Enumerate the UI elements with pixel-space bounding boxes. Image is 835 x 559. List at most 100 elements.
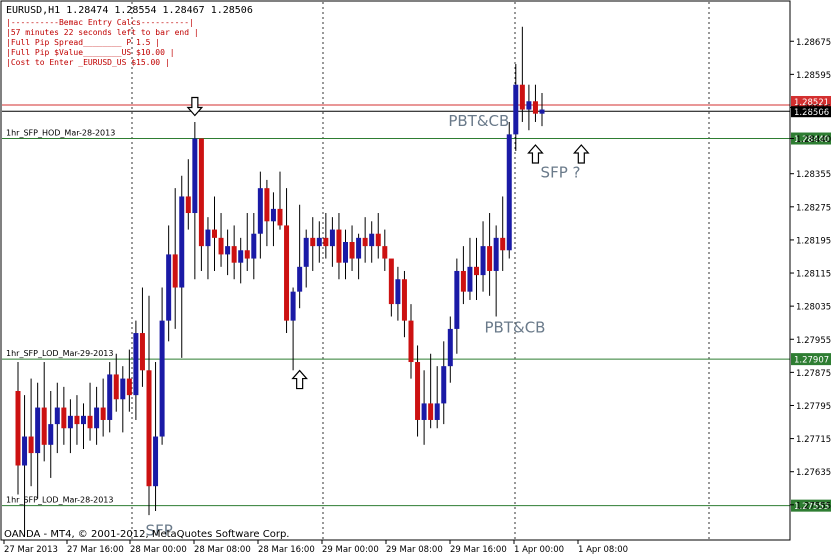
x-tick-label: 28 Mar 00:00 [130, 545, 187, 555]
candle-body [310, 237, 316, 247]
y-tick-label: 1.27795 [796, 402, 831, 412]
candle-body [139, 333, 145, 371]
candle-body [126, 378, 132, 396]
candle-body [179, 196, 185, 288]
level-name: 1hr_SFP_LOD_Mar-29-2013 [6, 349, 113, 358]
y-tick-label: 1.28440 [796, 135, 831, 145]
candle-body [428, 403, 434, 420]
candle-body [61, 407, 67, 429]
candle-body [54, 407, 60, 425]
candle-body [270, 208, 276, 222]
candle-body [87, 415, 93, 429]
candle-body [284, 225, 290, 321]
candle-body [218, 237, 224, 255]
y-tick-label: 1.28195 [796, 236, 831, 246]
candle-body [257, 188, 263, 234]
candle-body [362, 237, 368, 247]
candle-body [487, 246, 493, 271]
candle-body [395, 279, 401, 305]
candle-body [356, 237, 362, 259]
candle-body [15, 390, 21, 466]
candle-body [35, 407, 41, 454]
candle-body [539, 109, 545, 114]
candle-body [81, 415, 86, 425]
annotation-label: PBT&CB [485, 318, 546, 336]
candle-body [408, 320, 414, 363]
price-chart[interactable]: 1hr_SFP_HOD_Mar-28-2013 1.28440 1hr_SFP_LO… [0, 0, 835, 559]
candle-body [421, 403, 427, 420]
chart-window: 1hr_SFP_HOD_Mar-28-2013 1.28440 1hr_SFP_LO… [0, 0, 835, 559]
candle-body [493, 237, 499, 271]
candle-body [28, 436, 34, 454]
candle-body [467, 266, 473, 292]
y-tick-label: 1.27955 [796, 336, 831, 346]
candle-body [277, 208, 283, 226]
candle-body [264, 188, 270, 222]
candle-body [159, 320, 165, 437]
calc-line: |57 minutes 22 seconds left to bar end | [6, 28, 199, 37]
y-tick-label: 1.28035 [796, 303, 831, 313]
y-tick-label: 1.28355 [796, 170, 831, 180]
y-tick-label: 1.28515 [796, 104, 831, 114]
candle-body [251, 233, 257, 259]
y-tick-label: 1.27715 [796, 435, 831, 445]
x-tick-label: 29 Mar 08:00 [386, 545, 443, 555]
candle-body [153, 436, 159, 487]
candle-body [343, 241, 348, 263]
candle-body [198, 138, 204, 247]
level-name: 1hr_SFP_HOD_Mar-28-2013 [6, 129, 115, 138]
candle-body [133, 333, 139, 396]
y-tick-label: 1.28595 [796, 71, 831, 81]
candle-body [120, 378, 126, 400]
candle-body [41, 407, 47, 445]
x-tick-label: 1 Apr 08:00 [578, 545, 628, 555]
candle-body [532, 101, 538, 114]
candle-body [415, 362, 421, 420]
y-tick-label: 1.28115 [796, 270, 831, 280]
x-tick-label: 29 Mar 16:00 [450, 545, 507, 555]
candle-body [513, 84, 519, 135]
candle-body [166, 254, 172, 321]
candle-body [369, 233, 375, 247]
calc-line: |----------Bemac Entry Calcs----------| [6, 18, 194, 27]
candle-body [244, 250, 250, 259]
candle-body [500, 237, 506, 251]
x-tick-label: 28 Mar 16:00 [258, 545, 315, 555]
y-tick-label: 1.27635 [796, 468, 831, 478]
x-tick-label: 27 Mar 16:00 [67, 545, 124, 555]
candle-body [441, 366, 447, 404]
candle-body [172, 254, 178, 288]
candle-body [94, 407, 100, 429]
candle-body [107, 374, 113, 420]
y-tick-label: 1.28675 [796, 38, 831, 48]
candle-body [506, 134, 512, 251]
candle-body [225, 246, 231, 255]
annotation-label: SFP ? [541, 164, 581, 182]
candle-body [526, 101, 532, 110]
x-tick-label: 1 Apr 00:00 [514, 545, 564, 555]
y-tick-label: 1.28275 [796, 203, 831, 213]
level-price-label: 1.27907 [794, 356, 829, 366]
calc-line: |Cost to Enter _EURUSD_US $15.00 | [6, 58, 170, 67]
candle-body [474, 266, 479, 276]
candle-body [113, 374, 119, 400]
y-tick-label: 1.27555 [796, 501, 831, 511]
candle-body [336, 229, 342, 263]
candle-body [316, 237, 322, 247]
y-tick-label: 1.27875 [796, 369, 831, 379]
x-tick-label: 27 Mar 2013 [4, 545, 58, 555]
candle-body [329, 229, 335, 247]
symbol-header: EURUSD,H1 1.28474 1.28554 1.28467 1.2850… [6, 5, 253, 16]
candle-body [67, 415, 73, 429]
annotation-label: PBT&CB [448, 112, 509, 130]
candle-body [231, 246, 237, 263]
candle-body [212, 229, 217, 238]
candle-body [454, 270, 460, 329]
candle-body [74, 415, 80, 425]
copyright-text: OANDA - MT4, © 2001-2012, MetaQuotes Sof… [4, 529, 289, 540]
level-name: 1hr_SFP_LOD_Mar-28-2013 [6, 496, 113, 505]
candle-body [401, 279, 407, 321]
candle-body [146, 370, 152, 487]
candle-body [205, 229, 211, 247]
candle-body [22, 436, 28, 466]
